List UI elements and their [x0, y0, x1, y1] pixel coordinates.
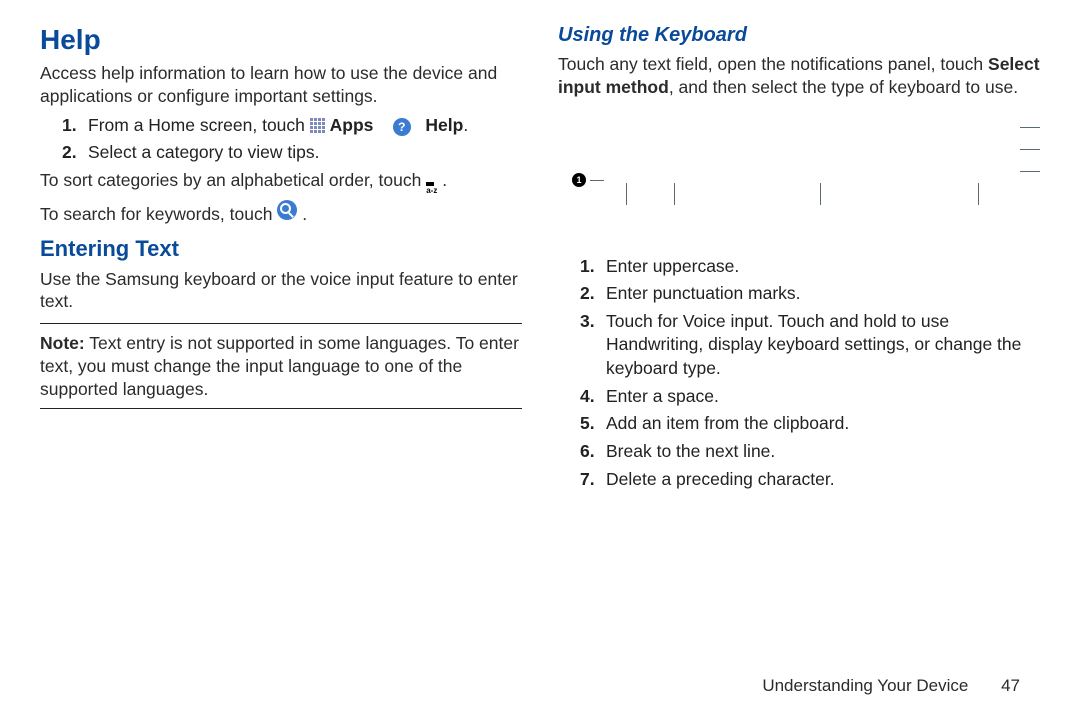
note-box: Note: Text entry is not supported in som… [40, 323, 522, 409]
kb-text: Enter punctuation marks. [606, 282, 801, 306]
apps-icon [310, 118, 325, 133]
kb-num: 3. [580, 310, 600, 334]
step-text-pre: From a Home screen, touch [88, 115, 310, 135]
help-step-2: 2. Select a category to view tips. [62, 141, 522, 165]
kb-item: 5.Add an item from the clipboard. [580, 412, 1040, 436]
kb-num: 1. [580, 255, 600, 279]
kb-item: 6.Break to the next line. [580, 440, 1040, 464]
note-label: Note: [40, 333, 85, 353]
kb-text: Break to the next line. [606, 440, 775, 464]
diagram-line [978, 183, 979, 205]
diagram-line [1020, 171, 1040, 172]
kb-num: 5. [580, 412, 600, 436]
kb-intro-pre: Touch any text field, open the notificat… [558, 54, 988, 74]
search-keywords: To search for keywords, touch . [40, 200, 522, 226]
heading-using-keyboard: Using the Keyboard [558, 24, 1040, 47]
page-footer: Understanding Your Device 47 [762, 676, 1020, 696]
keyboard-list: 1.Enter uppercase. 2.Enter punctuation m… [558, 255, 1040, 492]
diagram-line [1020, 127, 1040, 128]
note-content: Note: Text entry is not supported in som… [40, 332, 522, 400]
help-step-1: 1. From a Home screen, touch Apps ? Help… [62, 114, 522, 138]
kb-text: Add an item from the clipboard. [606, 412, 849, 436]
footer-section: Understanding Your Device [762, 676, 968, 695]
kb-item: 1.Enter uppercase. [580, 255, 1040, 279]
kb-text: Enter uppercase. [606, 255, 739, 279]
kb-num: 4. [580, 385, 600, 409]
help-steps: 1. From a Home screen, touch Apps ? Help… [40, 114, 522, 165]
step-text-post: . [463, 115, 468, 135]
diagram-line [1020, 149, 1040, 150]
kb-item: 4.Enter a space. [580, 385, 1040, 409]
sort-post: . [442, 170, 447, 190]
kb-num: 7. [580, 468, 600, 492]
left-column: Help Access help information to learn ho… [40, 24, 522, 696]
footer-page: 47 [1001, 676, 1020, 695]
right-column: Using the Keyboard Touch any text field,… [558, 24, 1040, 696]
az-sort-icon: a-z [426, 182, 437, 194]
kb-text: Enter a space. [606, 385, 719, 409]
search-pre: To search for keywords, touch [40, 204, 277, 224]
apps-grid-icon [310, 118, 325, 133]
step-body: From a Home screen, touch Apps ? Help. [88, 114, 468, 138]
kb-intro-post: , and then select the type of keyboard t… [669, 77, 1018, 97]
page: Help Access help information to learn ho… [0, 0, 1080, 720]
kb-item: 7.Delete a preceding character. [580, 468, 1040, 492]
heading-help: Help [40, 24, 522, 56]
entering-text-body: Use the Samsung keyboard or the voice in… [40, 268, 522, 314]
kb-text: Touch for Voice input. Touch and hold to… [606, 310, 1040, 381]
apps-label: Apps [330, 115, 374, 135]
kb-num: 6. [580, 440, 600, 464]
kb-text: Delete a preceding character. [606, 468, 835, 492]
step-number: 2. [62, 141, 82, 165]
sort-pre: To sort categories by an alphabetical or… [40, 170, 426, 190]
step-number: 1. [62, 114, 82, 138]
help-intro: Access help information to learn how to … [40, 62, 522, 108]
kb-item: 3.Touch for Voice input. Touch and hold … [580, 310, 1040, 381]
heading-entering-text: Entering Text [40, 236, 522, 262]
diagram-line [820, 183, 821, 205]
kb-num: 2. [580, 282, 600, 306]
keyboard-diagram: 1 [558, 105, 1040, 245]
diagram-line [626, 183, 627, 205]
help-icon: ? [393, 118, 411, 136]
diagram-line [590, 180, 604, 181]
search-icon [277, 200, 297, 220]
help-label: Help [425, 115, 463, 135]
keyboard-intro: Touch any text field, open the notificat… [558, 53, 1040, 99]
sort-categories: To sort categories by an alphabetical or… [40, 169, 522, 194]
kb-item: 2.Enter punctuation marks. [580, 282, 1040, 306]
diagram-line [674, 183, 675, 205]
step-text: Select a category to view tips. [88, 141, 320, 165]
search-post: . [302, 204, 307, 224]
diagram-marker-1: 1 [572, 173, 586, 187]
note-body: Text entry is not supported in some lang… [40, 333, 519, 399]
